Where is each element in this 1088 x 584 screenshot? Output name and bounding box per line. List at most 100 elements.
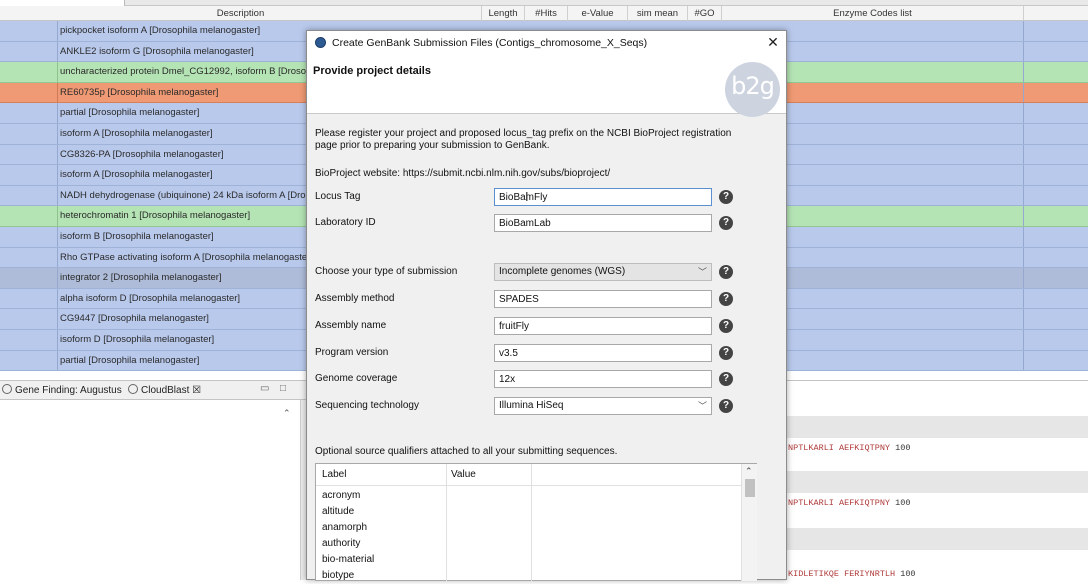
row-divider (1023, 185, 1024, 206)
row-divider (1023, 123, 1024, 144)
scrollbar-thumb[interactable] (745, 479, 755, 497)
row-divider (1023, 268, 1024, 288)
row-divider (1023, 103, 1024, 123)
col-sim-mean[interactable]: sim mean (628, 6, 688, 21)
qualifier-row-bio-material[interactable]: bio-material (322, 552, 374, 568)
help-icon[interactable]: ? (719, 346, 733, 360)
cloudblast-pane (0, 400, 300, 580)
submission-type-label: Choose your type of submission (315, 266, 458, 277)
sequencing-technology-select[interactable]: Illumina HiSeq ﹀ (494, 397, 712, 415)
help-icon[interactable]: ? (719, 216, 733, 230)
row-divider (1023, 165, 1024, 185)
row-description: CG8326-PA [Drosophila melanogaster] (60, 148, 224, 160)
help-icon[interactable]: ? (719, 319, 733, 333)
row-description: isoform D [Drosophila melanogaster] (60, 333, 215, 345)
optional-qualifiers-text: Optional source qualifiers attached to a… (315, 446, 618, 457)
program-version-input[interactable] (494, 344, 712, 362)
row-cell (0, 62, 58, 82)
maximize-pane-icon[interactable]: □ (280, 384, 290, 394)
col-hits[interactable]: #Hits (525, 6, 568, 21)
row-description: CG9447 [Drosophila melanogaster] (60, 313, 209, 325)
dialog-titlebar[interactable]: Create GenBank Submission Files (Contigs… (307, 31, 786, 55)
col-label[interactable]: Label (322, 469, 346, 480)
row-description: uncharacterized protein Dmel_CG12992, is… (60, 66, 306, 78)
tab-gene-finding[interactable]: Gene Finding: Augustus (2, 381, 122, 400)
dialog-heading: Provide project details (313, 65, 431, 77)
laboratory-id-input[interactable] (494, 214, 712, 232)
row-description: heterochromatin 1 [Drosophila melanogast… (60, 210, 251, 222)
row-divider (1023, 329, 1024, 350)
qualifier-row-authority[interactable]: authority (322, 536, 360, 552)
text-cursor-icon: I (525, 189, 529, 204)
genome-coverage-input[interactable] (494, 370, 712, 388)
tab-cloudblast-label: CloudBlast (141, 385, 190, 396)
assembly-name-input[interactable] (494, 317, 712, 335)
column-divider (446, 464, 447, 582)
row-cell (0, 41, 58, 62)
col-enzyme-codes[interactable]: Enzyme Codes list (722, 6, 1024, 21)
row-description: RE60735p [Drosophila melanogaster] (60, 86, 219, 98)
col-go[interactable]: #GO (688, 6, 722, 21)
sequence-pane: NPTLKARLI AEFKIQTPNY 100 NPTLKARLI AEFKI… (786, 380, 1088, 580)
col-value[interactable]: Value (451, 469, 476, 480)
row-cell (0, 329, 58, 350)
row-cell (0, 268, 58, 288)
row-divider (1023, 288, 1024, 309)
sequence-line: KIDLETIKQE FERIYNRTLH 100 (788, 569, 916, 579)
qualifier-row-biotype[interactable]: biotype (322, 568, 354, 584)
tab-gene-finding-label: Gene Finding: Augustus (15, 385, 122, 396)
row-divider (1023, 206, 1024, 226)
qualifiers-scrollbar[interactable]: ⌃ (741, 464, 757, 581)
row-cell (0, 206, 58, 226)
row-divider (1023, 144, 1024, 165)
row-cell (0, 165, 58, 185)
close-icon[interactable]: ✕ (765, 33, 781, 51)
col-evalue[interactable]: e-Value (568, 6, 628, 21)
col-length[interactable]: Length (482, 6, 525, 21)
row-cell (0, 185, 58, 206)
help-icon[interactable]: ? (719, 190, 733, 204)
chevron-down-icon: ﹀ (697, 401, 707, 411)
help-icon[interactable]: ? (719, 372, 733, 386)
row-cell (0, 123, 58, 144)
locus-tag-label: Locus Tag (315, 191, 361, 202)
dialog-title: Create GenBank Submission Files (Contigs… (332, 37, 648, 49)
qualifier-row-altitude[interactable]: altitude (322, 504, 354, 520)
column-divider (531, 464, 532, 582)
sequencing-technology-value: Illumina HiSeq (499, 400, 564, 411)
help-icon[interactable]: ? (719, 265, 733, 279)
app-icon (315, 37, 326, 48)
qualifiers-table-header: Label Value (316, 464, 741, 486)
bottom-pane-tabs: Gene Finding: Augustus CloudBlast ☒ ▭ □ (0, 380, 306, 400)
row-description: Rho GTPase activating isoform A [Drosoph… (60, 251, 306, 263)
minimize-pane-icon[interactable]: ▭ (260, 384, 270, 394)
sequence-header (786, 528, 1088, 550)
genome-coverage-label: Genome coverage (315, 373, 398, 384)
assembly-method-input[interactable] (494, 290, 712, 308)
chevron-up-icon[interactable]: ⌃ (283, 408, 291, 419)
submission-type-value: Incomplete genomes (WGS) (499, 266, 626, 277)
row-description: isoform B [Drosophila melanogaster] (60, 230, 214, 242)
help-icon[interactable]: ? (719, 292, 733, 306)
col-description[interactable]: Description (0, 6, 482, 21)
chevron-down-icon: ﹀ (697, 267, 707, 277)
assembly-name-label: Assembly name (315, 320, 387, 331)
qualifier-row-anamorph[interactable]: anamorph (322, 520, 367, 536)
row-cell (0, 21, 58, 41)
b2g-logo: b2g (725, 62, 780, 117)
row-divider (1023, 62, 1024, 82)
submission-type-select[interactable]: Incomplete genomes (WGS) ﹀ (494, 263, 712, 281)
table-header: Description Length #Hits e-Value sim mea… (0, 6, 1088, 21)
qualifier-row-acronym[interactable]: acronym (322, 488, 360, 504)
row-description: ANKLE2 isoform G [Drosophila melanogaste… (60, 45, 254, 57)
chevron-up-icon[interactable]: ⌃ (745, 466, 753, 477)
sequencing-technology-label: Sequencing technology (315, 400, 419, 411)
row-cell (0, 247, 58, 268)
row-divider (1023, 247, 1024, 268)
row-description: alpha isoform D [Drosophila melanogaster… (60, 292, 241, 304)
row-description: integrator 2 [Drosophila melanogaster] (60, 272, 222, 284)
tab-cloudblast[interactable]: CloudBlast ☒ (128, 381, 201, 400)
help-icon[interactable]: ? (719, 399, 733, 413)
tab-close-icon[interactable]: ☒ (192, 385, 201, 396)
row-divider (1023, 226, 1024, 247)
